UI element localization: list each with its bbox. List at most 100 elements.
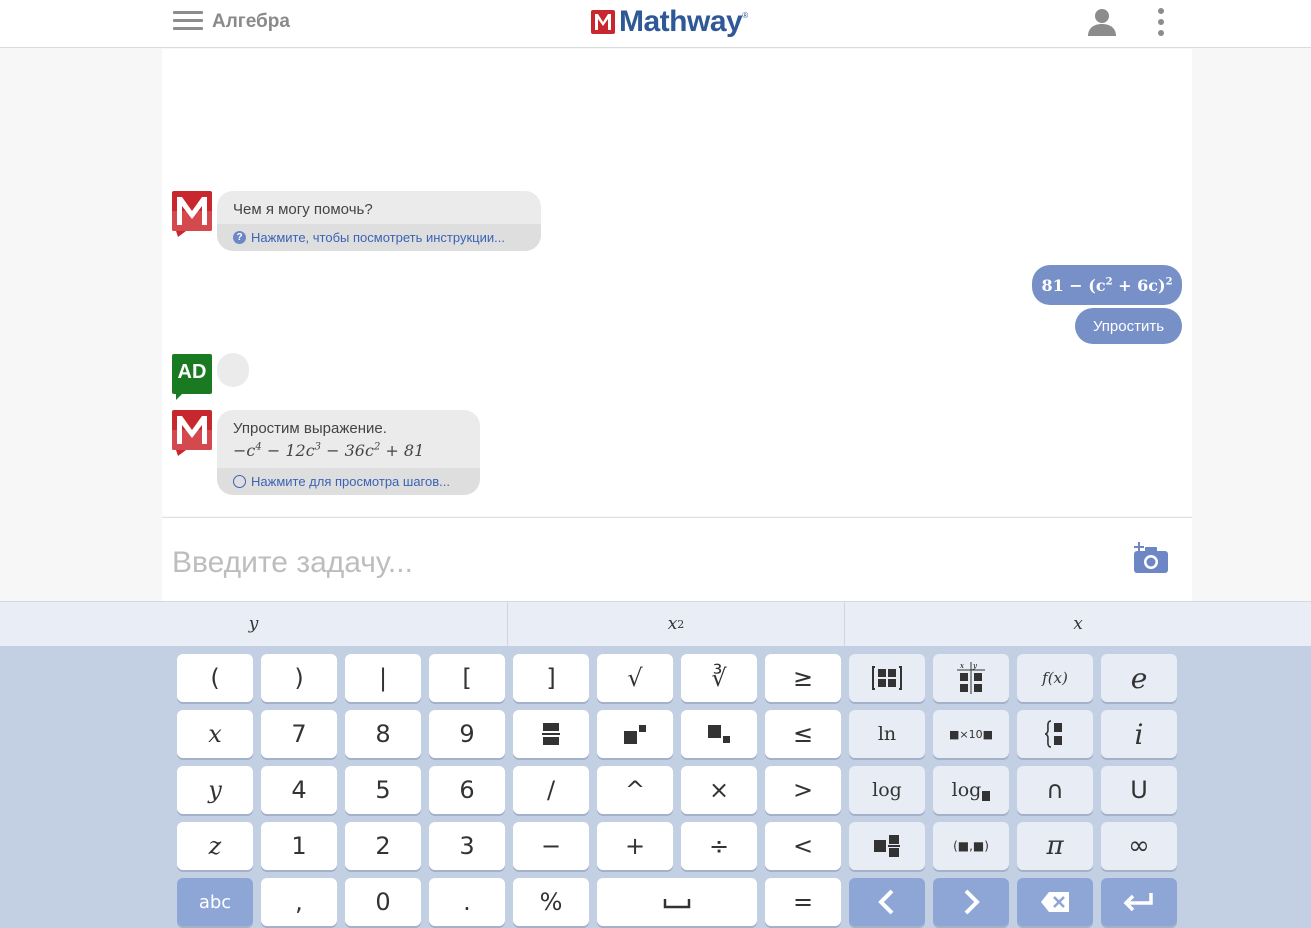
key-divide[interactable]: ÷ bbox=[681, 822, 757, 870]
key-divide-slash[interactable]: / bbox=[513, 766, 589, 814]
greeting-text: Чем я могу помочь? bbox=[233, 201, 373, 218]
key-multiply[interactable]: × bbox=[681, 766, 757, 814]
key-union[interactable]: U bbox=[1101, 766, 1177, 814]
key-mixed-fraction[interactable] bbox=[849, 822, 925, 870]
suggestion-x[interactable]: x bbox=[845, 602, 1311, 646]
fraction-icon bbox=[542, 723, 560, 745]
logo-mark-icon bbox=[591, 10, 615, 34]
view-steps-link[interactable]: Нажмите для просмотра шагов... bbox=[217, 468, 480, 495]
key-6[interactable]: 6 bbox=[429, 766, 505, 814]
answer-bubble: Упростим выражение. −c4 − 12c3 − 36c2 + … bbox=[217, 410, 480, 495]
key-open-bracket[interactable]: [ bbox=[429, 654, 505, 702]
key-period[interactable]: . bbox=[429, 878, 505, 926]
key-percent[interactable]: % bbox=[513, 878, 589, 926]
piecewise-icon bbox=[1045, 720, 1062, 748]
key-caret[interactable]: ^ bbox=[597, 766, 673, 814]
key-ln[interactable]: ln bbox=[849, 710, 925, 758]
subscript-icon bbox=[708, 725, 730, 743]
key-i[interactable]: i bbox=[1101, 710, 1177, 758]
problem-input-area bbox=[162, 517, 1192, 601]
simplify-action-button[interactable]: Упростить bbox=[1075, 308, 1182, 344]
menu-icon[interactable] bbox=[173, 11, 203, 31]
answer-math: −c4 − 12c3 − 36c2 + 81 bbox=[233, 441, 425, 460]
key-greater[interactable]: > bbox=[765, 766, 841, 814]
suggestion-y[interactable]: y bbox=[0, 602, 508, 646]
ad-badge: AD bbox=[172, 354, 212, 394]
key-cursor-right[interactable] bbox=[933, 878, 1009, 926]
power-icon bbox=[624, 725, 646, 744]
key-backspace[interactable] bbox=[1017, 878, 1093, 926]
key-space[interactable] bbox=[597, 878, 757, 926]
problem-expr-mid: + 6c) bbox=[1112, 275, 1166, 295]
chat-panel: Чем я могу помочь? ? Нажмите, чтобы посм… bbox=[162, 49, 1192, 516]
logo-text: Mathway bbox=[619, 5, 743, 38]
key-minus[interactable]: − bbox=[513, 822, 589, 870]
key-table[interactable]: xy bbox=[933, 654, 1009, 702]
key-y[interactable]: y bbox=[177, 766, 253, 814]
mathway-logo[interactable]: Mathway ® bbox=[591, 5, 748, 39]
instructions-link[interactable]: ? Нажмите, чтобы посмотреть инструкции..… bbox=[217, 224, 541, 251]
key-log[interactable]: log bbox=[849, 766, 925, 814]
suggestion-x-squared[interactable]: x2 bbox=[508, 602, 845, 646]
logo-trademark: ® bbox=[742, 11, 749, 20]
key-3[interactable]: 3 bbox=[429, 822, 505, 870]
camera-icon[interactable] bbox=[1130, 538, 1170, 576]
key-comma[interactable]: , bbox=[261, 878, 337, 926]
key-open-paren[interactable]: ( bbox=[177, 654, 253, 702]
key-equals[interactable]: = bbox=[765, 878, 841, 926]
key-infinity[interactable]: ∞ bbox=[1101, 822, 1177, 870]
user-problem-bubble[interactable]: 81 − (c2 + 6c)2 bbox=[1032, 265, 1182, 305]
help-icon: ? bbox=[233, 231, 246, 244]
ad-bubble[interactable] bbox=[217, 353, 249, 387]
math-keyboard: ( ) | [ ] √ ∛ ≥ xy f(x) e x 7 8 9 ≤ ln ■… bbox=[0, 646, 1311, 928]
key-7[interactable]: 7 bbox=[261, 710, 337, 758]
key-e[interactable]: e bbox=[1101, 654, 1177, 702]
key-piecewise[interactable] bbox=[1017, 710, 1093, 758]
key-fraction[interactable] bbox=[513, 710, 589, 758]
key-2[interactable]: 2 bbox=[345, 822, 421, 870]
key-1[interactable]: 1 bbox=[261, 822, 337, 870]
key-abs[interactable]: | bbox=[345, 654, 421, 702]
key-ordered-pair[interactable]: (■,■) bbox=[933, 822, 1009, 870]
key-nth-root[interactable]: ∛ bbox=[681, 654, 757, 702]
key-enter[interactable] bbox=[1101, 878, 1177, 926]
key-matrix[interactable] bbox=[849, 654, 925, 702]
key-z[interactable]: z bbox=[177, 822, 253, 870]
key-intersection[interactable]: ∩ bbox=[1017, 766, 1093, 814]
subject-label[interactable]: Алгебра bbox=[212, 11, 290, 33]
key-less-equal[interactable]: ≤ bbox=[765, 710, 841, 758]
key-log-base[interactable]: log bbox=[933, 766, 1009, 814]
base-slot-icon bbox=[982, 791, 991, 801]
ad-pointer bbox=[176, 393, 183, 400]
mathway-avatar-icon bbox=[172, 191, 212, 237]
key-less[interactable]: < bbox=[765, 822, 841, 870]
user-icon[interactable] bbox=[1086, 6, 1118, 38]
key-9[interactable]: 9 bbox=[429, 710, 505, 758]
key-scientific[interactable]: ■×10■ bbox=[933, 710, 1009, 758]
mixed-fraction-icon bbox=[874, 835, 900, 857]
key-close-bracket[interactable]: ] bbox=[513, 654, 589, 702]
key-8[interactable]: 8 bbox=[345, 710, 421, 758]
more-options-icon[interactable] bbox=[1158, 8, 1166, 38]
key-4[interactable]: 4 bbox=[261, 766, 337, 814]
key-pi[interactable]: π bbox=[1017, 822, 1093, 870]
key-plus[interactable]: + bbox=[597, 822, 673, 870]
problem-expr-base: 81 − (c bbox=[1041, 275, 1106, 295]
problem-input[interactable] bbox=[172, 538, 1112, 588]
key-close-paren[interactable]: ) bbox=[261, 654, 337, 702]
matrix-icon bbox=[872, 666, 902, 690]
key-greater-equal[interactable]: ≥ bbox=[765, 654, 841, 702]
key-function[interactable]: f(x) bbox=[1017, 654, 1093, 702]
key-sqrt[interactable]: √ bbox=[597, 654, 673, 702]
key-abc[interactable]: abc bbox=[177, 878, 253, 926]
key-power[interactable] bbox=[597, 710, 673, 758]
key-cursor-left[interactable] bbox=[849, 878, 925, 926]
backspace-icon bbox=[1041, 892, 1069, 912]
key-x[interactable]: x bbox=[177, 710, 253, 758]
instructions-link-text: Нажмите, чтобы посмотреть инструкции... bbox=[251, 230, 505, 245]
table-icon: xy bbox=[957, 662, 985, 694]
key-5[interactable]: 5 bbox=[345, 766, 421, 814]
key-0[interactable]: 0 bbox=[345, 878, 421, 926]
key-subscript[interactable] bbox=[681, 710, 757, 758]
chevron-left-icon bbox=[878, 889, 894, 915]
